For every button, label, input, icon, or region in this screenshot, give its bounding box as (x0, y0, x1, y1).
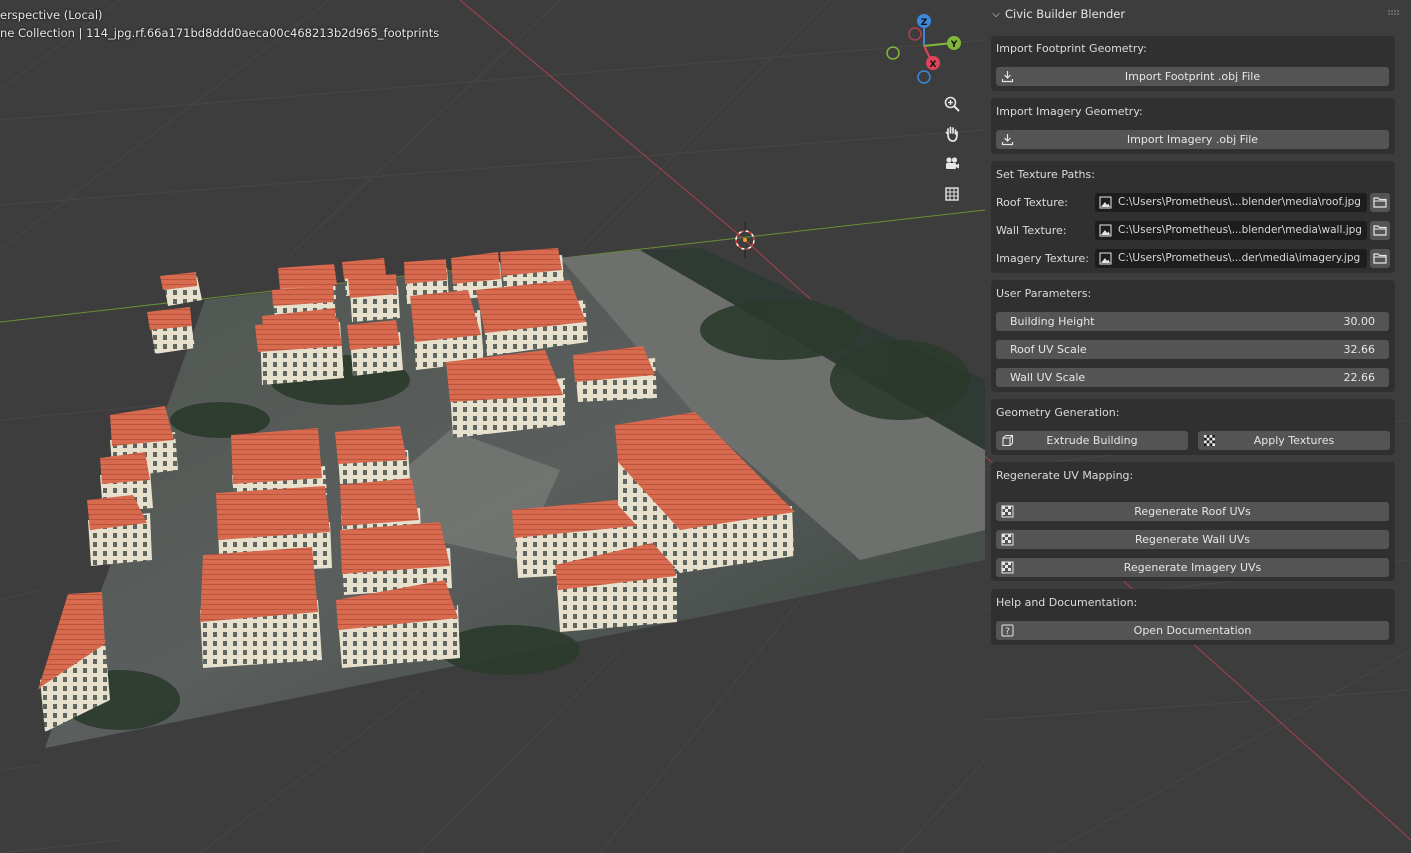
wall-texture-field[interactable]: C:\Users\Prometheus\...blender\media\wal… (1095, 221, 1367, 240)
import-imagery-section: Import Imagery Geometry: Import Imagery … (991, 98, 1395, 154)
svg-text:?: ? (1005, 627, 1010, 637)
image-icon (1099, 224, 1112, 237)
wall-texture-row: Wall Texture: C:\Users\Prometheus\...ble… (991, 220, 1395, 242)
zoom-icon[interactable] (938, 90, 966, 118)
import-footprint-heading: Import Footprint Geometry: (996, 42, 1147, 55)
imagery-folder-button[interactable] (1370, 249, 1390, 268)
user-parameters-heading: User Parameters: (996, 287, 1092, 300)
import-footprint-section: Import Footprint Geometry: Import Footpr… (991, 36, 1395, 91)
imagery-texture-field[interactable]: C:\Users\Prometheus\...der\media\imagery… (1095, 249, 1367, 268)
regenerate-imagery-uvs-button[interactable]: Regenerate Imagery UVs (996, 558, 1389, 577)
roof-texture-label: Roof Texture: (996, 196, 1068, 209)
svg-text:Y: Y (950, 40, 958, 50)
regenerate-roof-uvs-button[interactable]: Regenerate Roof UVs (996, 502, 1389, 521)
help-heading: Help and Documentation: (996, 596, 1138, 609)
roof-texture-field[interactable]: C:\Users\Prometheus\...blender\media\roo… (1095, 193, 1367, 212)
uv-icon (1001, 505, 1014, 518)
geometry-generation-heading: Geometry Generation: (996, 406, 1120, 419)
drag-grip-icon[interactable] (1387, 9, 1399, 17)
civic-builder-panel: ⌵ Civic Builder Blender Import Footprint… (985, 0, 1411, 650)
collection-label: ne Collection | 114_jpg.rf.66a171bd8ddd0… (0, 26, 440, 40)
navigation-gizmo[interactable]: Z Y X (880, 10, 970, 90)
roof-folder-button[interactable] (1370, 193, 1390, 212)
roof-texture-row: Roof Texture: C:\Users\Prometheus\...ble… (991, 192, 1395, 214)
building-height-slider[interactable]: Building Height 30.00 (996, 312, 1389, 331)
svg-text:Z: Z (921, 18, 928, 28)
open-documentation-button[interactable]: ? Open Documentation (996, 621, 1389, 640)
import-imagery-button[interactable]: Import Imagery .obj File (996, 130, 1389, 149)
import-icon (1001, 71, 1014, 83)
imagery-texture-label: Imagery Texture: (996, 252, 1089, 265)
roof-uv-scale-slider[interactable]: Roof UV Scale 32.66 (996, 340, 1389, 359)
svg-text:X: X (930, 60, 937, 70)
folder-icon (1373, 225, 1387, 236)
grid-icon[interactable] (938, 180, 966, 208)
image-icon (1099, 196, 1112, 209)
view-label: erspective (Local) (0, 8, 103, 22)
texture-paths-heading: Set Texture Paths: (996, 168, 1095, 181)
camera-icon[interactable] (938, 150, 966, 178)
import-footprint-button[interactable]: Import Footprint .obj File (996, 67, 1389, 86)
regenerate-uv-heading: Regenerate UV Mapping: (996, 469, 1134, 482)
wall-texture-label: Wall Texture: (996, 224, 1067, 237)
apply-textures-button[interactable]: Apply Textures (1198, 431, 1390, 450)
chevron-down-icon[interactable]: ⌵ (987, 9, 1005, 20)
user-parameters-section: User Parameters: Building Height 30.00 R… (991, 280, 1395, 392)
uv-icon (1001, 561, 1014, 574)
imagery-texture-row: Imagery Texture: C:\Users\Prometheus\...… (991, 248, 1395, 270)
panel-header[interactable]: ⌵ Civic Builder Blender (985, 0, 1399, 28)
folder-icon (1373, 197, 1387, 208)
x-axis-line (459, 0, 746, 241)
cube-icon (1002, 434, 1014, 447)
geometry-generation-section: Geometry Generation: Extrude Building Ap… (991, 399, 1395, 455)
regenerate-wall-uvs-button[interactable]: Regenerate Wall UVs (996, 530, 1389, 549)
help-icon: ? (1001, 624, 1014, 637)
import-icon (1001, 134, 1014, 146)
wall-uv-scale-slider[interactable]: Wall UV Scale 22.66 (996, 368, 1389, 387)
texture-paths-section: Set Texture Paths: Roof Texture: C:\User… (991, 161, 1395, 273)
checker-texture-icon (1204, 435, 1215, 446)
regenerate-uv-section: Regenerate UV Mapping: Regenerate Roof U… (991, 462, 1395, 581)
help-section: Help and Documentation: ? Open Documenta… (991, 589, 1395, 645)
image-icon (1099, 252, 1112, 265)
uv-icon (1001, 533, 1014, 546)
3d-cursor[interactable] (735, 222, 755, 258)
import-imagery-heading: Import Imagery Geometry: (996, 105, 1143, 118)
panel-title: Civic Builder Blender (1005, 7, 1126, 21)
folder-icon (1373, 253, 1387, 264)
extrude-building-button[interactable]: Extrude Building (996, 431, 1188, 450)
wall-folder-button[interactable] (1370, 221, 1390, 240)
hand-icon[interactable] (938, 120, 966, 148)
